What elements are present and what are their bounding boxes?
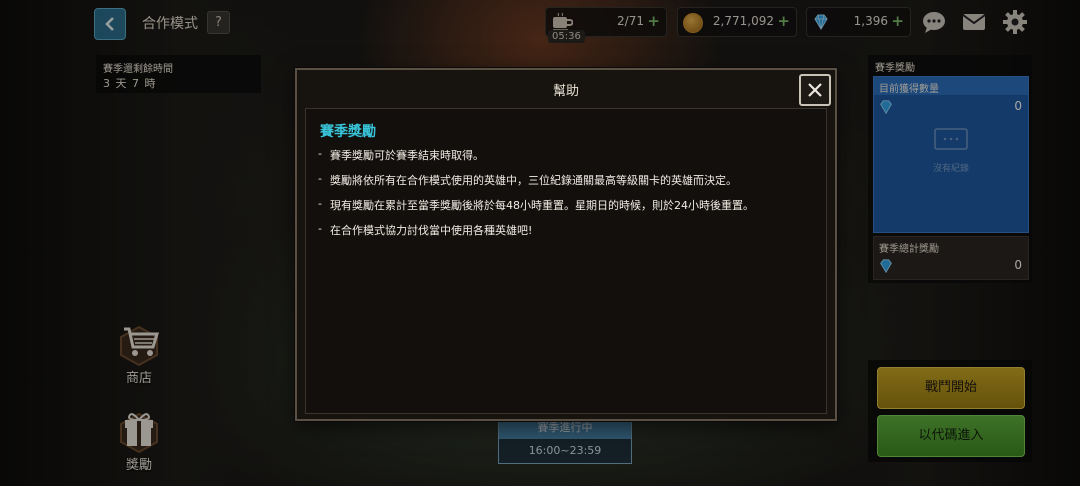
help-list: 賽季獎勵可於賽季結束時取得。 獎勵將依所有在合作模式使用的英雄中，三位紀錄通關最… [318,147,818,247]
modal-title: 幫助 [552,84,579,99]
list-item: 獎勵將依所有在合作模式使用的英雄中，三位紀錄通關最高等級關卡的英雄而決定。 [318,172,818,188]
modal-content: 賽季獎勵 賽季獎勵可於賽季結束時取得。 獎勵將依所有在合作模式使用的英雄中，三位… [305,108,827,414]
modal-heading: 賽季獎勵 [320,124,376,140]
list-item: 賽季獎勵可於賽季結束時取得。 [318,147,818,163]
list-item: 在合作模式協力討伐當中使用各種英雄吧! [318,222,818,238]
help-modal: 幫助 賽季獎勵 賽季獎勵可於賽季結束時取得。 獎勵將依所有在合作模式使用的英雄中… [295,68,837,421]
close-button[interactable] [799,74,831,106]
list-item: 現有獎勵在累計至當季獎勵後將於每48小時重置。星期日的時候，則於24小時後重置。 [318,197,818,213]
close-icon [808,83,822,97]
